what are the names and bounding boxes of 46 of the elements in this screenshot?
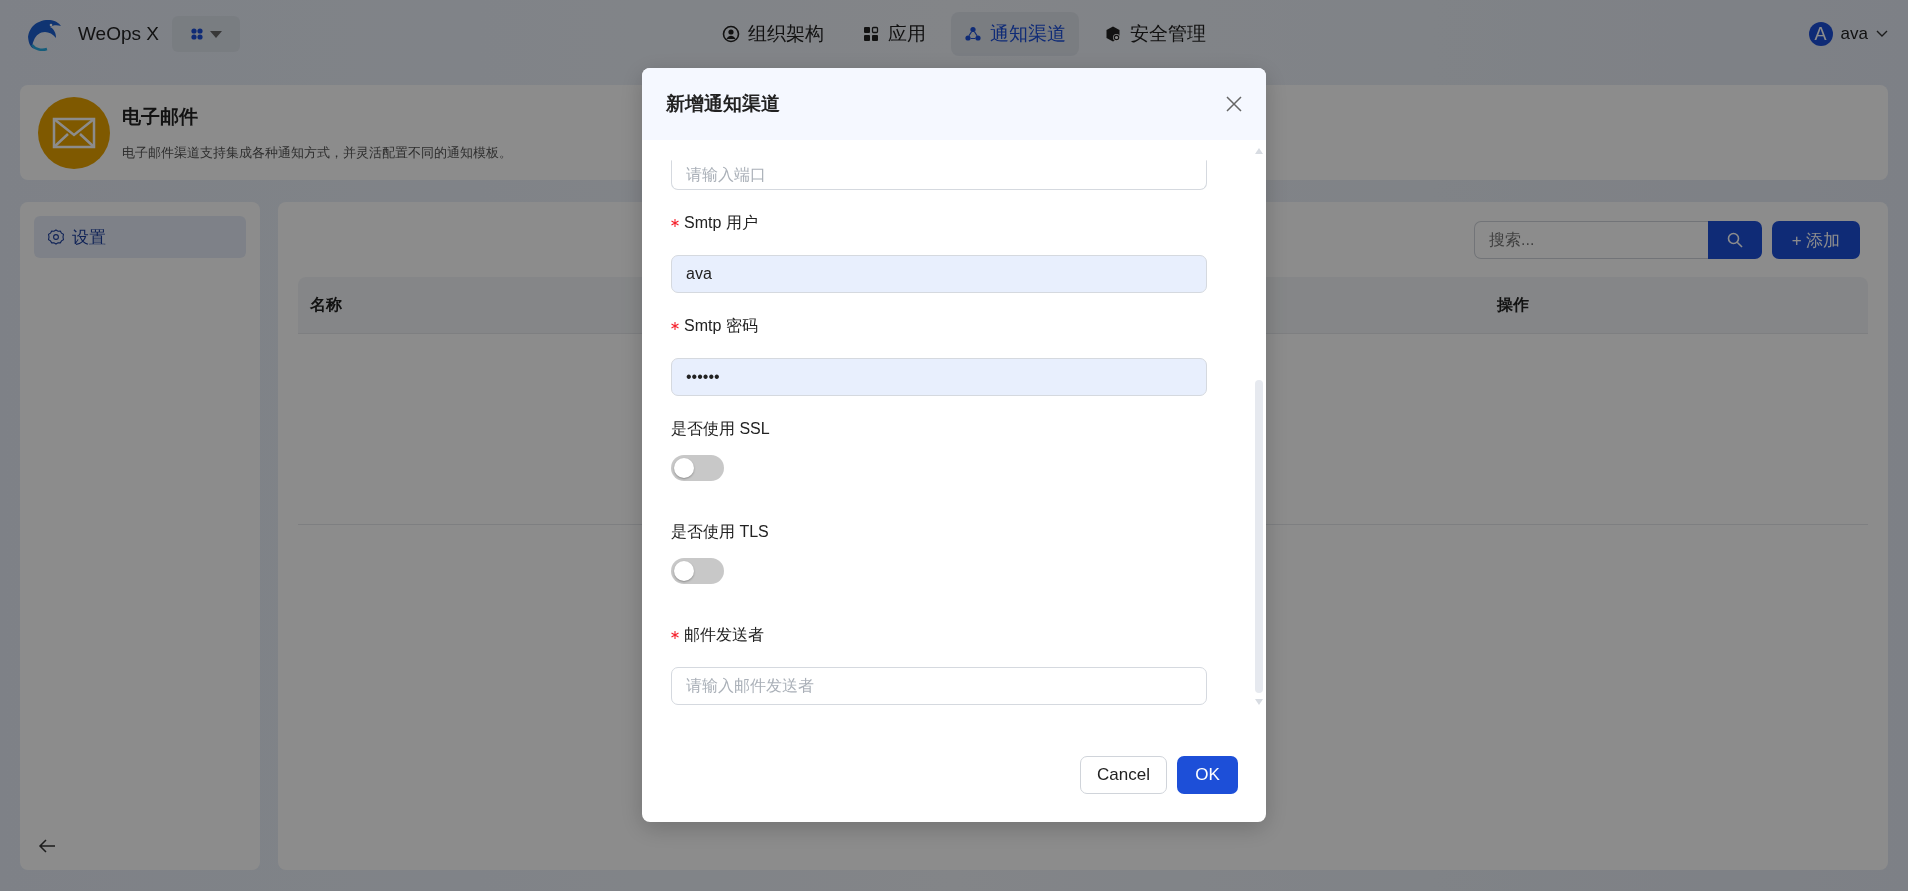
apps-icon [190, 27, 204, 41]
field-label: Smtp 密码 [684, 315, 758, 336]
app-switcher-button[interactable] [172, 16, 240, 52]
column-header: 名称 [310, 294, 342, 315]
envelope-icon [38, 96, 110, 169]
nav-tab[interactable]: 安全管理 [1091, 12, 1219, 56]
caret-icon [210, 30, 222, 38]
search-icon [1727, 232, 1743, 248]
field-label: 是否使用 SSL [671, 418, 770, 439]
back-arrow-icon[interactable] [38, 838, 56, 854]
scrollbar-thumb[interactable] [1255, 380, 1263, 693]
close-button[interactable] [1224, 94, 1244, 114]
user-circle-icon [722, 25, 740, 43]
input-field[interactable]: ava [671, 255, 1207, 293]
search-button[interactable] [1708, 221, 1762, 259]
apps-grid-icon [862, 25, 880, 43]
chevron-down-icon [1876, 30, 1888, 38]
input-field[interactable]: 请输入邮件发送者 [671, 667, 1207, 705]
cancel-button[interactable]: Cancel [1080, 756, 1167, 794]
channel-description: 电子邮件渠道支持集成各种通知方式，并灵活配置不同的通知模板。 [122, 143, 512, 162]
sidebar-item[interactable]: 设置 [34, 216, 246, 258]
field-label: Smtp 用户 [684, 212, 758, 233]
nav-tab[interactable]: 应用 [849, 12, 939, 56]
user-avatar[interactable]: A [1808, 22, 1833, 46]
input-field[interactable]: 请输入端口 [671, 160, 1207, 190]
field-label: 是否使用 TLS [671, 521, 769, 542]
add-button[interactable]: + 添加 [1772, 221, 1860, 259]
settings-icon [48, 229, 64, 245]
toggle-switch[interactable] [671, 455, 724, 481]
scroll-up-icon[interactable] [1255, 148, 1263, 154]
column-header: 操作 [1497, 294, 1529, 315]
nodes-icon [964, 25, 982, 43]
close-icon [1226, 96, 1242, 112]
input-field[interactable]: •••••• [671, 358, 1207, 396]
user-name[interactable]: ava [1840, 24, 1868, 44]
nav-tab[interactable]: 组织架构 [709, 12, 837, 56]
shield-gear-icon [1104, 25, 1122, 43]
search-field[interactable]: 搜索... [1474, 221, 1708, 259]
dialog-title: 新增通知渠道 [666, 92, 780, 116]
app-name: WeOps X [78, 23, 159, 45]
nav-tab[interactable]: 通知渠道 [951, 12, 1079, 56]
toggle-switch[interactable] [671, 558, 724, 584]
field-label: 邮件发送者 [684, 624, 764, 645]
channel-title: 电子邮件 [122, 104, 199, 129]
scroll-down-icon[interactable] [1255, 699, 1263, 705]
ok-button[interactable]: OK [1177, 756, 1238, 794]
